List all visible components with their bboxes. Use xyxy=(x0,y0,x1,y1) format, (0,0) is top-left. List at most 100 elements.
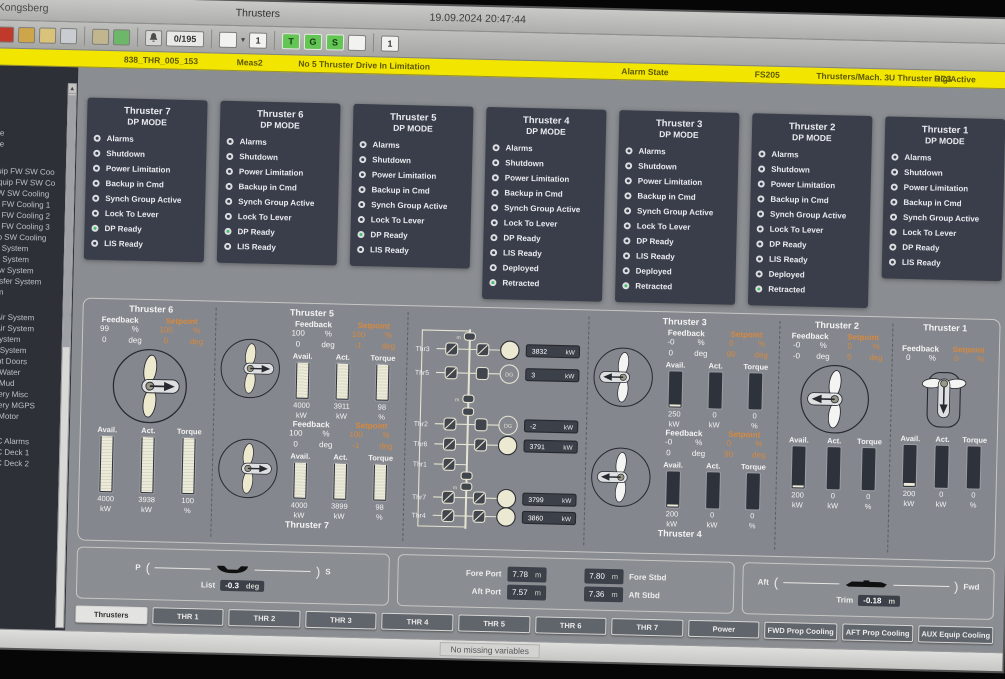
setpoint-pct: 0 xyxy=(714,438,744,449)
dp-mode-panel-row: Thruster 7 DP MODE Alarms Shutdown Power… xyxy=(83,98,1005,312)
photo-frame: Kongsberg Thrusters 19.09.2024 20:47:44 … xyxy=(0,0,1005,679)
folder-icon[interactable] xyxy=(92,28,109,44)
thruster-5-data: FeedbackSetpoint 100%100% 0deg-1deg Avai… xyxy=(281,319,404,422)
scroll-up-icon[interactable]: ▲ xyxy=(69,84,76,94)
draft-unit: m xyxy=(534,586,541,599)
sidebar-item[interactable]: VAC Deck 2 xyxy=(0,457,57,470)
torque-bar xyxy=(861,447,877,491)
status-led-icon xyxy=(624,192,631,199)
nav-button-fwd-prop-cooling[interactable]: FWD Prop Cooling xyxy=(764,622,837,641)
nav-button-thr-1[interactable]: THR 1 xyxy=(152,607,224,626)
nav-button-thr-3[interactable]: THR 3 xyxy=(305,611,377,630)
panel-mode: DP MODE xyxy=(227,119,333,131)
stop-icon[interactable] xyxy=(0,26,14,42)
status-label: Alarms xyxy=(505,143,532,153)
avail-value: 200 xyxy=(791,490,804,499)
act-value: 0 xyxy=(939,489,943,498)
torque-value: 0 xyxy=(971,490,975,499)
torque-label: Torque xyxy=(368,453,393,463)
nav-button-thr-2[interactable]: THR 2 xyxy=(228,609,300,628)
gen-kw-unit: kW xyxy=(562,498,572,505)
sidebar-item[interactable]: ng Motor xyxy=(0,410,58,423)
nav-button-power[interactable]: Power xyxy=(688,620,760,639)
kw-unit: kW xyxy=(792,500,803,509)
avail-bar xyxy=(902,443,918,487)
nav-button-aux-equip-cooling[interactable]: AUX Equip Cooling xyxy=(918,625,993,644)
window-icon[interactable] xyxy=(18,26,35,42)
page-icon[interactable]: 1 xyxy=(381,35,399,51)
trend-button[interactable]: T xyxy=(282,33,300,49)
status-led-icon xyxy=(756,270,763,277)
nav-button-aft-prop-cooling[interactable]: AFT Prop Cooling xyxy=(842,623,914,642)
azimuth-thruster-icon xyxy=(218,336,283,401)
sidebar-item[interactable]: ble xyxy=(0,138,65,151)
datetime-label: 19.09.2024 20:47:44 xyxy=(429,12,526,26)
thruster-3-row: FeedbackSetpoint -0%0% 0deg90deg Avail.A… xyxy=(590,327,777,431)
kw-unit: kW xyxy=(709,420,720,429)
status-led-icon xyxy=(491,204,498,211)
nav-button-thr-4[interactable]: THR 4 xyxy=(382,613,454,632)
feeder-label: Thr2 xyxy=(413,421,427,428)
alarm-tag: 838_THR_005_153 xyxy=(124,54,198,66)
alarm-code: FS205 xyxy=(755,69,780,80)
toolbar-divider xyxy=(84,26,85,45)
feedback-pct: 100 xyxy=(281,428,311,439)
monitor-icon[interactable] xyxy=(60,27,77,43)
chart-icon[interactable] xyxy=(113,29,130,45)
scale-paren: ( xyxy=(146,560,151,575)
list-icon[interactable] xyxy=(39,27,56,43)
status-label: Lock To Lever xyxy=(770,225,824,235)
status-led-icon xyxy=(889,259,896,266)
draft-number: 7.36 xyxy=(589,587,605,600)
alarm-bell-icon[interactable] xyxy=(145,29,162,45)
avail-value: 4000 xyxy=(291,500,308,509)
pct-unit: % xyxy=(684,438,714,449)
thruster-3-4-section: Thruster 3 Fee xyxy=(587,315,777,552)
status-label: Shutdown xyxy=(638,162,677,172)
nav-button-thr-6[interactable]: THR 6 xyxy=(535,616,607,635)
status-led-icon xyxy=(357,231,364,238)
sidebar-item[interactable]: tem xyxy=(0,286,61,299)
blank-button[interactable] xyxy=(348,34,366,50)
system-button[interactable]: S xyxy=(326,34,344,50)
act-bar xyxy=(705,471,721,509)
avail-value: 200 xyxy=(903,488,916,497)
kw-unit: kW xyxy=(100,504,111,513)
draft-number: 7.80 xyxy=(589,569,605,582)
status-led-icon xyxy=(358,216,365,223)
avail-bar xyxy=(790,445,806,489)
status-label: Power Limitation xyxy=(505,173,570,184)
nav-button-thrusters[interactable]: Thrusters xyxy=(75,605,147,624)
deg-unit: deg xyxy=(683,448,713,459)
svg-text:DG: DG xyxy=(503,424,511,430)
avail-bar-fill xyxy=(792,485,803,487)
avail-bar-fill xyxy=(669,404,680,406)
status-led-icon xyxy=(489,279,496,286)
nav-button-thr-7[interactable]: THR 7 xyxy=(611,618,683,637)
setpoint-pct: 100 xyxy=(343,330,373,341)
status-led-icon xyxy=(625,147,632,154)
thruster-4-data: FeedbackSetpoint -0%0% 0deg90deg Avail.A… xyxy=(652,428,775,531)
status-led-icon xyxy=(758,180,765,187)
scale-line xyxy=(255,569,311,571)
torque-bar-fill xyxy=(182,437,194,493)
deg-unit: deg xyxy=(810,351,837,362)
nav-button-thr-5[interactable]: THR 5 xyxy=(458,614,530,633)
feedback-deg: -0 xyxy=(783,351,810,362)
status-label: Retracted xyxy=(768,285,805,295)
deg-unit: deg xyxy=(311,439,341,450)
avail-bar xyxy=(294,362,310,400)
toolbar-divider xyxy=(373,33,374,52)
notepad-icon[interactable] xyxy=(219,31,237,47)
fore-stbd-label: Fore Stbd xyxy=(629,570,667,584)
chevron-down-icon[interactable]: ▾ xyxy=(241,35,245,44)
graphics-button[interactable]: G xyxy=(304,33,322,49)
trim-number: -0.18 xyxy=(863,595,881,604)
status-label: Backup in Cmd xyxy=(238,182,296,192)
status-led-icon xyxy=(224,243,231,250)
page-number[interactable]: 1 xyxy=(249,32,267,48)
thruster-bars: Avail.Act.Torque 20000 kWkW% xyxy=(652,460,774,531)
status-label: Backup in Cmd xyxy=(371,185,429,195)
status-label: DP Ready xyxy=(503,233,540,243)
sidebar-item[interactable]: ansfer System xyxy=(0,275,61,288)
